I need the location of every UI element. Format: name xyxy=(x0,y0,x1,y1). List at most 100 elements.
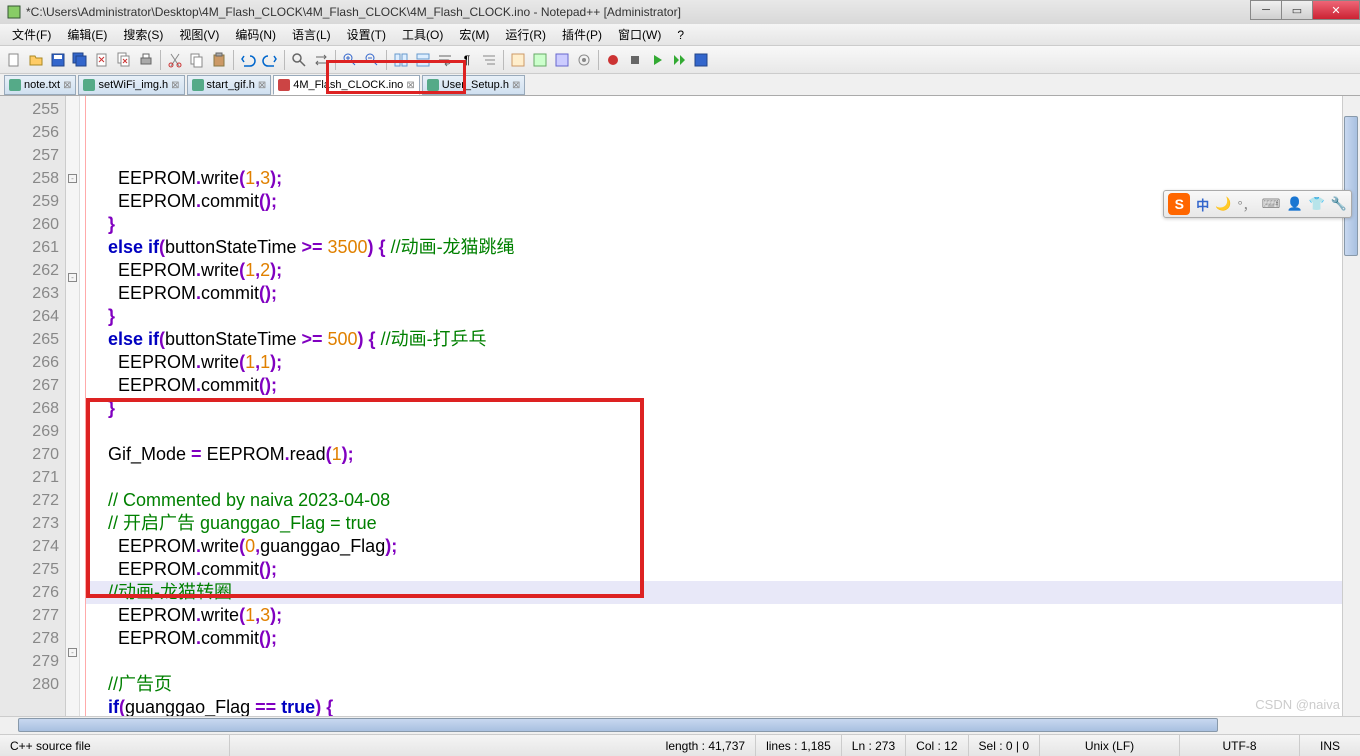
close-file-icon[interactable] xyxy=(92,50,112,70)
code-line[interactable]: EEPROM.commit(); xyxy=(86,558,1360,581)
tab-close-icon[interactable]: ⊠ xyxy=(406,80,414,91)
tab[interactable]: start_gif.h⊠ xyxy=(187,75,272,95)
tab-label: note.txt xyxy=(24,79,60,91)
menu-item[interactable]: 文件(F) xyxy=(4,24,59,45)
menu-item[interactable]: 运行(R) xyxy=(497,24,554,45)
code-line[interactable]: EEPROM.write(1,2); xyxy=(86,259,1360,282)
save-all-icon[interactable] xyxy=(70,50,90,70)
scrollbar-thumb[interactable] xyxy=(18,718,1218,732)
code-line[interactable]: EEPROM.write(1,3); xyxy=(86,167,1360,190)
vertical-scrollbar[interactable] xyxy=(1342,96,1360,716)
code-line[interactable]: if(guanggao_Flag == true) { xyxy=(86,696,1360,716)
redo-icon[interactable] xyxy=(260,50,280,70)
menu-bar: 文件(F)编辑(E)搜索(S)视图(V)编码(N)语言(L)设置(T)工具(O)… xyxy=(0,24,1360,46)
undo-icon[interactable] xyxy=(238,50,258,70)
code-area[interactable]: EEPROM.write(1,3); EEPROM.commit(); } el… xyxy=(86,96,1360,716)
func-list-icon[interactable] xyxy=(508,50,528,70)
folder-panel-icon[interactable] xyxy=(530,50,550,70)
sync-v-icon[interactable] xyxy=(391,50,411,70)
copy-icon[interactable] xyxy=(187,50,207,70)
sogou-icon[interactable]: S xyxy=(1168,193,1190,215)
code-line[interactable]: EEPROM.write(1,3); xyxy=(86,604,1360,627)
ime-mode[interactable]: 中 xyxy=(1196,195,1209,214)
code-line[interactable]: } xyxy=(86,397,1360,420)
menu-item[interactable]: 编码(N) xyxy=(227,24,284,45)
tools-icon[interactable]: 🔧 xyxy=(1331,196,1347,212)
maximize-button[interactable]: ▭ xyxy=(1281,0,1313,20)
keyboard-icon[interactable]: ⌨ xyxy=(1262,196,1281,212)
menu-item[interactable]: ? xyxy=(669,26,692,44)
tab-close-icon[interactable]: ⊠ xyxy=(171,80,179,91)
code-line[interactable]: // Commented by naiva 2023-04-08 xyxy=(86,489,1360,512)
editor-area[interactable]: 2552562572582592602612622632642652662672… xyxy=(0,96,1360,716)
tab[interactable]: setWiFi_img.h⊠ xyxy=(78,75,184,95)
code-line[interactable]: else if(buttonStateTime >= 3500) { //动画-… xyxy=(86,236,1360,259)
code-line[interactable]: EEPROM.commit(); xyxy=(86,374,1360,397)
record-macro-icon[interactable] xyxy=(603,50,623,70)
new-file-icon[interactable] xyxy=(4,50,24,70)
close-button[interactable]: ✕ xyxy=(1312,0,1360,20)
print-icon[interactable] xyxy=(136,50,156,70)
paste-icon[interactable] xyxy=(209,50,229,70)
open-file-icon[interactable] xyxy=(26,50,46,70)
person-icon[interactable]: 👤 xyxy=(1286,196,1302,212)
ime-toolbar[interactable]: S 中 🌙 °， ⌨ 👤 👕 🔧 xyxy=(1163,190,1352,218)
moon-icon[interactable]: 🌙 xyxy=(1215,196,1231,212)
code-line[interactable]: else if(buttonStateTime >= 500) { //动画-打… xyxy=(86,328,1360,351)
skin-icon[interactable]: 👕 xyxy=(1309,196,1325,212)
monitor-icon[interactable] xyxy=(574,50,594,70)
tab-close-icon[interactable]: ⊠ xyxy=(63,80,71,91)
menu-item[interactable]: 编辑(E) xyxy=(59,24,115,45)
tab[interactable]: User_Setup.h⊠ xyxy=(422,75,526,95)
tab[interactable]: note.txt⊠ xyxy=(4,75,76,95)
stop-macro-icon[interactable] xyxy=(625,50,645,70)
code-line[interactable]: //广告页 xyxy=(86,673,1360,696)
play-multi-icon[interactable] xyxy=(669,50,689,70)
tab-close-icon[interactable]: ⊠ xyxy=(258,80,266,91)
cut-icon[interactable] xyxy=(165,50,185,70)
menu-item[interactable]: 宏(M) xyxy=(451,24,497,45)
status-filetype: C++ source file xyxy=(0,735,230,756)
play-macro-icon[interactable] xyxy=(647,50,667,70)
tab[interactable]: 4M_Flash_CLOCK.ino⊠ xyxy=(273,75,419,95)
fold-column[interactable]: --- xyxy=(66,96,80,716)
menu-item[interactable]: 插件(P) xyxy=(554,24,610,45)
zoom-in-icon[interactable] xyxy=(340,50,360,70)
code-line[interactable]: Gif_Mode = EEPROM.read(1); xyxy=(86,443,1360,466)
minimize-button[interactable]: ─ xyxy=(1250,0,1282,20)
code-line[interactable] xyxy=(86,650,1360,673)
code-line[interactable]: EEPROM.write(0,guanggao_Flag); xyxy=(86,535,1360,558)
wrap-icon[interactable] xyxy=(435,50,455,70)
code-line[interactable]: EEPROM.write(1,1); xyxy=(86,351,1360,374)
code-line[interactable]: EEPROM.commit(); xyxy=(86,627,1360,650)
file-icon xyxy=(278,79,290,91)
save-icon[interactable] xyxy=(48,50,68,70)
close-all-icon[interactable] xyxy=(114,50,134,70)
menu-item[interactable]: 窗口(W) xyxy=(610,24,669,45)
code-line[interactable]: // 开启广告 guanggao_Flag = true xyxy=(86,512,1360,535)
code-line[interactable]: //动画-龙猫转圈 xyxy=(86,581,1360,604)
indent-guide-icon[interactable] xyxy=(479,50,499,70)
menu-item[interactable]: 语言(L) xyxy=(284,24,339,45)
horizontal-scrollbar[interactable] xyxy=(0,716,1360,734)
find-icon[interactable] xyxy=(289,50,309,70)
menu-item[interactable]: 设置(T) xyxy=(339,24,394,45)
tab-close-icon[interactable]: ⊠ xyxy=(512,80,520,91)
scrollbar-thumb[interactable] xyxy=(1344,116,1358,256)
code-line[interactable]: EEPROM.commit(); xyxy=(86,282,1360,305)
save-macro-icon[interactable] xyxy=(691,50,711,70)
sync-h-icon[interactable] xyxy=(413,50,433,70)
menu-item[interactable]: 工具(O) xyxy=(394,24,451,45)
show-all-chars-icon[interactable]: ¶ xyxy=(457,50,477,70)
menu-item[interactable]: 视图(V) xyxy=(171,24,227,45)
status-sel: Sel : 0 | 0 xyxy=(969,735,1040,756)
code-line[interactable] xyxy=(86,466,1360,489)
zoom-out-icon[interactable] xyxy=(362,50,382,70)
replace-icon[interactable] xyxy=(311,50,331,70)
code-line[interactable]: } xyxy=(86,305,1360,328)
status-bar: C++ source file length : 41,737 lines : … xyxy=(0,734,1360,756)
menu-item[interactable]: 搜索(S) xyxy=(115,24,171,45)
punct-icon[interactable]: °， xyxy=(1237,195,1255,214)
doc-map-icon[interactable] xyxy=(552,50,572,70)
code-line[interactable] xyxy=(86,420,1360,443)
